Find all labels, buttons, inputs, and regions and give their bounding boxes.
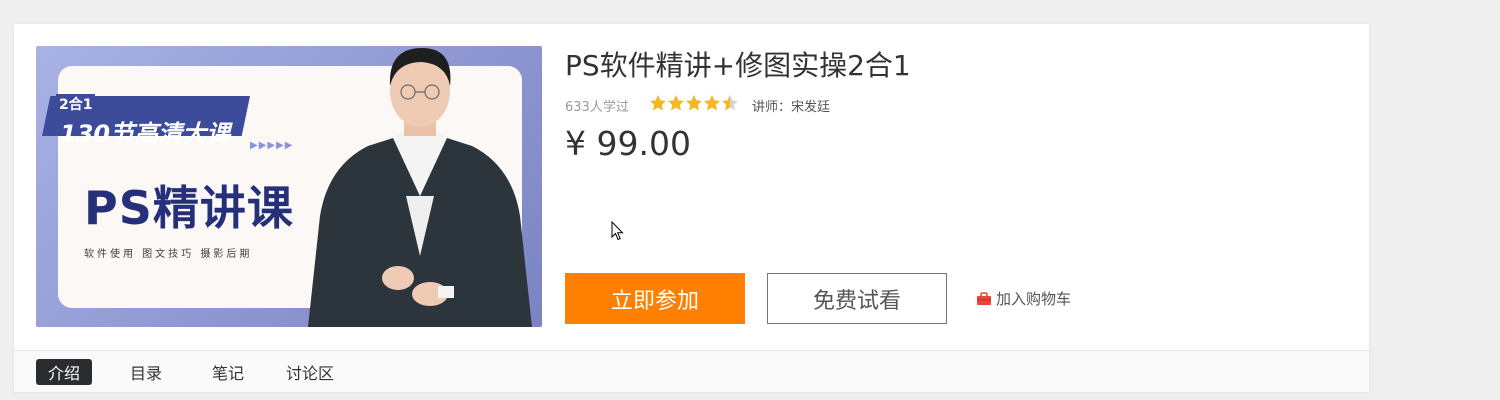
star-half-icon [722, 95, 738, 111]
shopping-bag-icon [977, 291, 991, 305]
star-icon [686, 95, 702, 111]
rating-stars [650, 95, 738, 111]
student-count: 633人学过 [565, 100, 629, 115]
free-trial-button[interactable]: 免费试看 [767, 273, 947, 324]
course-price: ¥ 99.00 [565, 124, 691, 163]
cover-badge-main: 130节高清大课 [60, 120, 231, 148]
course-tabs: 介绍 目录 笔记 讨论区 [14, 350, 1369, 392]
add-to-cart-label: 加入购物车 [996, 290, 1072, 308]
add-to-cart-link[interactable]: 加入购物车 [976, 288, 1071, 309]
star-icon [704, 95, 720, 111]
course-title: PS软件精讲+修图实操2合1 [565, 49, 911, 82]
tab-catalog[interactable]: 目录 [118, 359, 174, 385]
cover-arrows: ▶▶▶▶▶ [250, 140, 294, 151]
instructor-photo [308, 48, 532, 327]
course-cover-image[interactable]: 2合1 130节高清大课 ▶▶▶▶▶ PS精讲课 软件使用 图文技巧 摄影后期 [36, 46, 542, 327]
teacher-name: 讲师：宋发廷 [752, 100, 831, 115]
tab-discussion[interactable]: 讨论区 [280, 359, 340, 385]
tab-intro[interactable]: 介绍 [36, 359, 92, 385]
star-icon [668, 95, 684, 111]
star-icon [650, 95, 666, 111]
course-card: 2合1 130节高清大课 ▶▶▶▶▶ PS精讲课 软件使用 图文技巧 摄影后期 [14, 24, 1369, 392]
join-button[interactable]: 立即参加 [565, 273, 745, 324]
mouse-cursor-icon [611, 221, 624, 241]
cover-title: PS精讲课 [84, 181, 294, 235]
cover-subtitle: 软件使用 图文技巧 摄影后期 [84, 249, 253, 260]
cover-badge-top: 2合1 [56, 94, 96, 114]
tab-notes[interactable]: 笔记 [200, 359, 256, 385]
